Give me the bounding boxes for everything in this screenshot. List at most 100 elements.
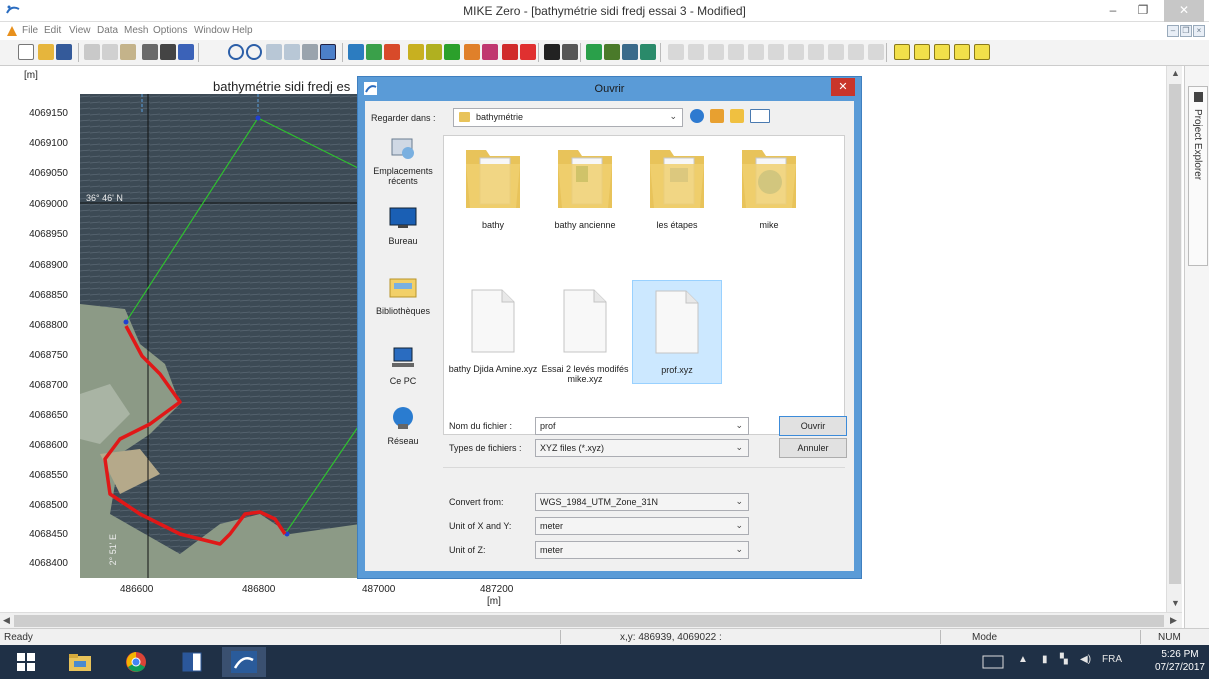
folder-item-bathy-ancienne[interactable]: bathy ancienne (540, 138, 630, 230)
tool-h-icon[interactable] (708, 44, 724, 60)
new-icon[interactable] (18, 44, 34, 60)
menu-data[interactable]: Data (97, 25, 118, 36)
taskbar-chrome[interactable] (114, 647, 158, 677)
menu-edit[interactable]: Edit (44, 25, 61, 36)
menu-view[interactable]: View (69, 25, 91, 36)
document-menu-icon[interactable] (6, 25, 18, 37)
paste-icon[interactable] (120, 44, 136, 60)
scroll-right-icon[interactable]: ▶ (1170, 615, 1177, 626)
select-icon[interactable] (302, 44, 318, 60)
menu-options[interactable]: Options (153, 25, 187, 36)
menu-mesh[interactable]: Mesh (124, 25, 148, 36)
place-recent[interactable]: Emplacements récents (367, 135, 439, 186)
restore-button[interactable]: ❐ (1128, 0, 1158, 22)
chevron-down-icon[interactable]: ⌄ (735, 442, 743, 453)
folder-item-les-etapes[interactable]: les étapes (632, 138, 722, 230)
tool-b-icon[interactable] (366, 44, 382, 60)
tool-o-icon[interactable] (848, 44, 864, 60)
grid-icon[interactable] (320, 44, 336, 60)
tool-l-icon[interactable] (788, 44, 804, 60)
new-folder-icon[interactable] (730, 109, 744, 123)
menu-help[interactable]: Help (232, 25, 253, 36)
folder-item-bathy[interactable]: bathy (448, 138, 538, 230)
zoom-in-icon[interactable] (228, 44, 244, 60)
close-button[interactable]: ✕ (1164, 0, 1204, 22)
mesh-d-icon[interactable] (640, 44, 656, 60)
unit-xy-dropdown[interactable]: meter ⌄ (535, 517, 749, 535)
back-icon[interactable] (690, 109, 704, 123)
tool-a-icon[interactable] (348, 44, 364, 60)
horizontal-scroll-thumb[interactable] (14, 615, 1164, 627)
chevron-down-icon[interactable]: ⌄ (735, 420, 743, 431)
tool-g-icon[interactable] (688, 44, 704, 60)
draw-arc-icon[interactable] (426, 44, 442, 60)
scroll-up-icon[interactable]: ▲ (1171, 68, 1180, 78)
mesh-a-icon[interactable] (586, 44, 602, 60)
pan-alt-icon[interactable] (284, 44, 300, 60)
satellite-map[interactable]: 36° 46' N 2° 51' E (80, 94, 360, 578)
doc-c-icon[interactable] (934, 44, 950, 60)
tool-j-icon[interactable] (748, 44, 764, 60)
tool-p-icon[interactable] (868, 44, 884, 60)
place-desktop[interactable]: Bureau (367, 205, 439, 246)
volume-icon[interactable]: ◀) (1080, 654, 1091, 665)
zoom-out-icon[interactable] (246, 44, 262, 60)
tool-n-icon[interactable] (828, 44, 844, 60)
vertical-scrollbar[interactable]: ▲ ▼ (1166, 66, 1182, 612)
tool-d-icon[interactable] (502, 44, 518, 60)
edit-arc-icon[interactable] (482, 44, 498, 60)
mdi-close-icon[interactable]: × (1193, 25, 1205, 37)
view-menu-icon[interactable] (750, 109, 770, 123)
taskbar-file-explorer[interactable] (58, 647, 102, 677)
edit-node-icon[interactable] (464, 44, 480, 60)
keyboard-icon[interactable] (982, 655, 1004, 669)
open-button[interactable]: Ouvrir (779, 416, 847, 436)
place-libraries[interactable]: Bibliothèques (367, 275, 439, 316)
binoculars-icon[interactable] (544, 44, 560, 60)
menu-window[interactable]: Window (194, 25, 230, 36)
taskbar-word[interactable] (170, 647, 214, 677)
clock[interactable]: 5:26 PM 07/27/2017 (1155, 648, 1205, 674)
menu-file[interactable]: File (22, 25, 38, 36)
help-icon[interactable] (160, 44, 176, 60)
look-in-dropdown[interactable]: bathymétrie ⌄ (453, 108, 683, 127)
cut-icon[interactable] (84, 44, 100, 60)
context-help-icon[interactable] (178, 44, 194, 60)
file-item-essai-2[interactable]: Essai 2 levés modifés mike.xyz (540, 280, 630, 384)
start-button[interactable] (4, 647, 48, 677)
scroll-down-icon[interactable]: ▼ (1171, 598, 1180, 608)
minimize-button[interactable]: – (1098, 0, 1128, 22)
convert-from-dropdown[interactable]: WGS_1984_UTM_Zone_31N ⌄ (535, 493, 749, 511)
place-network[interactable]: Réseau (367, 405, 439, 446)
network-icon[interactable]: ▚ (1060, 654, 1068, 665)
taskbar-mike[interactable] (222, 647, 266, 677)
print-icon[interactable] (142, 44, 158, 60)
unit-z-dropdown[interactable]: meter ⌄ (535, 541, 749, 559)
file-item-bathy-djida[interactable]: bathy Djida Amine.xyz (448, 280, 538, 374)
mesh-b-icon[interactable] (604, 44, 620, 60)
show-hidden-icons[interactable]: ▲ (1018, 654, 1028, 665)
draw-line-icon[interactable] (408, 44, 424, 60)
cancel-button[interactable]: Annuler (779, 438, 847, 458)
filetype-dropdown[interactable]: XYZ files (*.xyz) ⌄ (535, 439, 749, 457)
open-icon[interactable] (38, 44, 54, 60)
dialog-close-button[interactable]: ✕ (831, 78, 855, 96)
measure-icon[interactable] (562, 44, 578, 60)
mdi-minimize-icon[interactable]: – (1167, 25, 1179, 37)
scroll-left-icon[interactable]: ◀ (3, 615, 10, 626)
vertical-scroll-thumb[interactable] (1169, 84, 1181, 584)
tool-i-icon[interactable] (728, 44, 744, 60)
copy-icon[interactable] (102, 44, 118, 60)
tool-m-icon[interactable] (808, 44, 824, 60)
horizontal-scrollbar[interactable]: ◀ ▶ (0, 612, 1182, 628)
tool-c-icon[interactable] (384, 44, 400, 60)
language-indicator[interactable]: FRA (1102, 654, 1122, 665)
mdi-restore-icon[interactable]: ❐ (1180, 25, 1192, 37)
up-folder-icon[interactable] (710, 109, 724, 123)
save-icon[interactable] (56, 44, 72, 60)
file-list[interactable]: bathy bathy ancienne les étapes mike bat… (443, 135, 845, 435)
file-item-prof[interactable]: prof.xyz (632, 280, 722, 384)
tool-f-icon[interactable] (668, 44, 684, 60)
mesh-c-icon[interactable] (622, 44, 638, 60)
filename-input[interactable]: prof ⌄ (535, 417, 749, 435)
